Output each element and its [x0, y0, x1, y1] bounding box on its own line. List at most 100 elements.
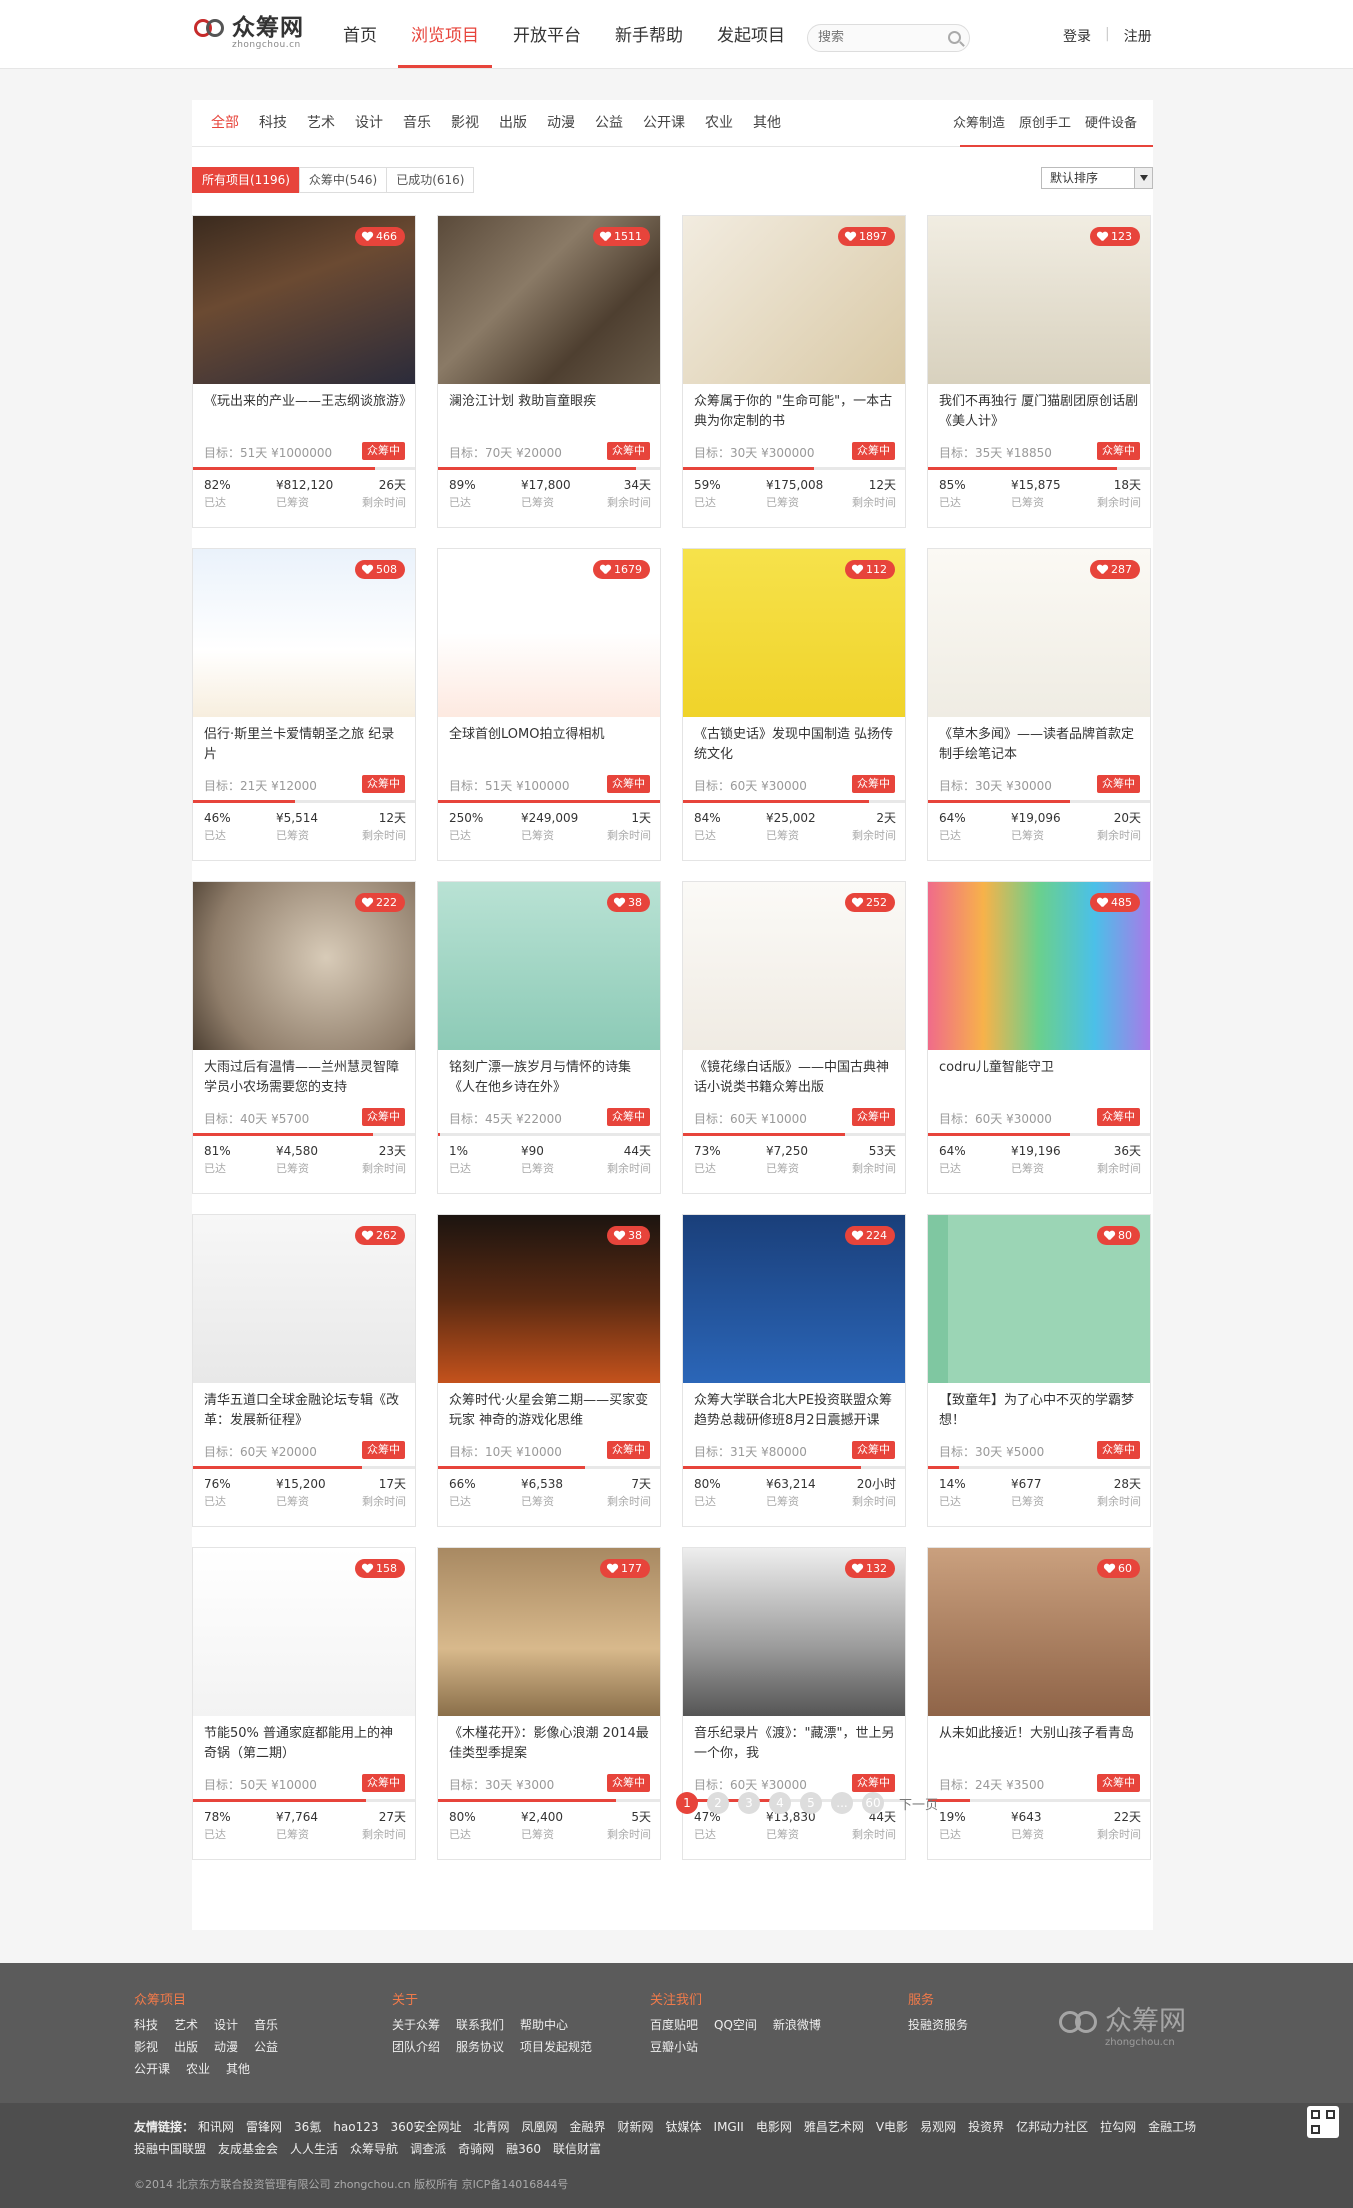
like-badge[interactable]: 222 — [355, 893, 405, 912]
footer-link[interactable]: 联系我们 — [456, 2014, 504, 2036]
page-60[interactable]: 60 — [862, 1792, 884, 1814]
project-thumbnail[interactable]: 38 — [438, 1215, 660, 1383]
project-card[interactable]: 224 众筹大学联合北大PE投资联盟众筹趋势总裁研修班8月2日震撼开课 目标：31天… — [682, 1214, 906, 1527]
project-thumbnail[interactable]: 262 — [193, 1215, 415, 1383]
friend-link[interactable]: 拉勾网 — [1100, 2120, 1136, 2134]
footer-link[interactable]: 设计 — [214, 2014, 238, 2036]
project-thumbnail[interactable]: 466 — [193, 216, 415, 384]
like-badge[interactable]: 60 — [1097, 1559, 1140, 1578]
project-thumbnail[interactable]: 224 — [683, 1215, 905, 1383]
project-thumbnail[interactable]: 1679 — [438, 549, 660, 717]
friend-link[interactable]: 联信财富 — [553, 2142, 601, 2156]
like-badge[interactable]: 287 — [1090, 560, 1140, 579]
footer-link[interactable]: 科技 — [134, 2014, 158, 2036]
like-badge[interactable]: 466 — [355, 227, 405, 246]
project-card[interactable]: 252 《镜花缘白话版》——中国古典神话小说类书籍众筹出版 目标：60天 ¥1000… — [682, 881, 906, 1194]
category-8[interactable]: 公益 — [595, 100, 623, 147]
footer-link[interactable]: 音乐 — [254, 2014, 278, 2036]
friend-link[interactable]: V电影 — [876, 2120, 908, 2134]
project-card[interactable]: 1679 全球首创LOMO拍立得相机 目标：51天 ¥100000 众筹中 250% 已达… — [437, 548, 661, 861]
friend-link[interactable]: 凤凰网 — [521, 2120, 557, 2134]
project-card[interactable]: 177 《木槿花开》：影像心浪潮 2014最佳类型季提案 目标：30天 ¥3000 众… — [437, 1547, 661, 1860]
like-badge[interactable]: 252 — [845, 893, 895, 912]
footer-link[interactable]: 投融资服务 — [908, 2014, 968, 2036]
category-10[interactable]: 农业 — [705, 100, 733, 147]
project-card[interactable]: 287 《草木多闻》——读者品牌首款定制手绘笔记本 目标：30天 ¥30000 众筹中… — [927, 548, 1151, 861]
project-title[interactable]: 《玩出来的产业——王志纲谈旅游》 — [204, 392, 406, 432]
site-logo[interactable]: 众筹网 zhongchou.cn — [192, 16, 304, 56]
like-badge[interactable]: 132 — [845, 1559, 895, 1578]
project-title[interactable]: 《木槿花开》：影像心浪潮 2014最佳类型季提案 — [449, 1724, 651, 1764]
friend-link[interactable]: 人人生活 — [290, 2142, 338, 2156]
project-title[interactable]: 《草木多闻》——读者品牌首款定制手绘笔记本 — [939, 725, 1141, 765]
category-2[interactable]: 艺术 — [307, 100, 335, 147]
category-9[interactable]: 公开课 — [643, 100, 685, 147]
project-title[interactable]: 众筹大学联合北大PE投资联盟众筹趋势总裁研修班8月2日震撼开课 — [694, 1391, 896, 1431]
footer-link[interactable]: 艺术 — [174, 2014, 198, 2036]
project-card[interactable]: 38 铭刻广漂一族岁月与情怀的诗集《人在他乡诗在外》 目标：45天 ¥22000 众筹… — [437, 881, 661, 1194]
footer-link[interactable]: 新浪微博 — [773, 2014, 821, 2036]
project-thumbnail[interactable]: 252 — [683, 882, 905, 1050]
like-badge[interactable]: 112 — [845, 560, 895, 579]
like-badge[interactable]: 485 — [1090, 893, 1140, 912]
project-title[interactable]: 众筹属于你的 "生命可能"，一本古典为你定制的书 — [694, 392, 896, 432]
nav-open-platform[interactable]: 开放平台 — [500, 0, 594, 68]
project-card[interactable]: 112 《古锁史话》发现中国制造 弘扬传统文化 目标：60天 ¥30000 众筹中 84… — [682, 548, 906, 861]
project-card[interactable]: 60 从未如此接近！大别山孩子看青岛 目标：24天 ¥3500 众筹中 19% 已达 ¥64… — [927, 1547, 1151, 1860]
category-special-0[interactable]: 众筹制造 — [953, 100, 1005, 147]
footer-link[interactable]: 服务协议 — [456, 2036, 504, 2058]
project-thumbnail[interactable]: 132 — [683, 1548, 905, 1716]
friend-link[interactable]: IMGII — [714, 2120, 744, 2134]
category-3[interactable]: 设计 — [355, 100, 383, 147]
friend-link[interactable]: 易观网 — [920, 2120, 956, 2134]
project-thumbnail[interactable]: 112 — [683, 549, 905, 717]
nav-home[interactable]: 首页 — [330, 0, 390, 68]
footer-link[interactable]: 出版 — [174, 2036, 198, 2058]
footer-link[interactable]: 项目发起规范 — [520, 2036, 592, 2058]
login-link[interactable]: 登录 — [1063, 26, 1091, 46]
project-title[interactable]: 《镜花缘白话版》——中国古典神话小说类书籍众筹出版 — [694, 1058, 896, 1098]
friend-link[interactable]: 雅昌艺术网 — [804, 2120, 864, 2134]
project-title[interactable]: 清华五道口全球金融论坛专辑《改革：发展新征程》 — [204, 1391, 406, 1431]
project-card[interactable]: 222 大雨过后有温情——兰州慧灵智障学员小农场需要您的支持 目标：40天 ¥570… — [192, 881, 416, 1194]
friend-link[interactable]: 众筹导航 — [350, 2142, 398, 2156]
project-card[interactable]: 262 清华五道口全球金融论坛专辑《改革：发展新征程》 目标：60天 ¥20000 众… — [192, 1214, 416, 1527]
footer-link[interactable]: 公开课 — [134, 2058, 170, 2080]
friend-link[interactable]: 奇骑网 — [458, 2142, 494, 2156]
search-icon[interactable] — [948, 31, 961, 44]
footer-link[interactable]: 影视 — [134, 2036, 158, 2058]
like-badge[interactable]: 123 — [1090, 227, 1140, 246]
project-title[interactable]: 大雨过后有温情——兰州慧灵智障学员小农场需要您的支持 — [204, 1058, 406, 1098]
like-badge[interactable]: 177 — [600, 1559, 650, 1578]
category-4[interactable]: 音乐 — [403, 100, 431, 147]
project-card[interactable]: 158 节能50% 普通家庭都能用上的神奇锅（第二期） 目标：50天 ¥10000 众… — [192, 1547, 416, 1860]
register-link[interactable]: 注册 — [1124, 26, 1152, 46]
page-1[interactable]: 1 — [676, 1792, 698, 1814]
project-title[interactable]: 《古锁史话》发现中国制造 弘扬传统文化 — [694, 725, 896, 765]
project-thumbnail[interactable]: 485 — [928, 882, 1150, 1050]
footer-link[interactable]: 公益 — [254, 2036, 278, 2058]
project-title[interactable]: codru儿童智能守卫 — [939, 1058, 1141, 1098]
friend-link[interactable]: 金融工场 — [1148, 2120, 1196, 2134]
filter-success[interactable]: 已成功(616) — [386, 167, 475, 193]
like-badge[interactable]: 38 — [607, 893, 650, 912]
page-2[interactable]: 2 — [707, 1792, 729, 1814]
like-badge[interactable]: 1511 — [593, 227, 650, 246]
search-input[interactable] — [818, 30, 938, 45]
project-title[interactable]: 侣行·斯里兰卡爱情朝圣之旅 纪录片 — [204, 725, 406, 765]
project-title[interactable]: 全球首创LOMO拍立得相机 — [449, 725, 651, 765]
like-badge[interactable]: 508 — [355, 560, 405, 579]
category-0[interactable]: 全部 — [211, 100, 239, 147]
friend-link[interactable]: 亿邦动力社区 — [1016, 2120, 1088, 2134]
page-3[interactable]: 3 — [738, 1792, 760, 1814]
category-6[interactable]: 出版 — [499, 100, 527, 147]
project-thumbnail[interactable]: 1511 — [438, 216, 660, 384]
page-5[interactable]: 5 — [800, 1792, 822, 1814]
project-thumbnail[interactable]: 287 — [928, 549, 1150, 717]
friend-link[interactable]: 电影网 — [756, 2120, 792, 2134]
footer-link[interactable]: 农业 — [186, 2058, 210, 2080]
like-badge[interactable]: 38 — [607, 1226, 650, 1245]
friend-link[interactable]: 友成基金会 — [218, 2142, 278, 2156]
friend-link[interactable]: 360安全网址 — [391, 2120, 462, 2134]
sort-select[interactable]: 默认排序 — [1041, 167, 1153, 189]
